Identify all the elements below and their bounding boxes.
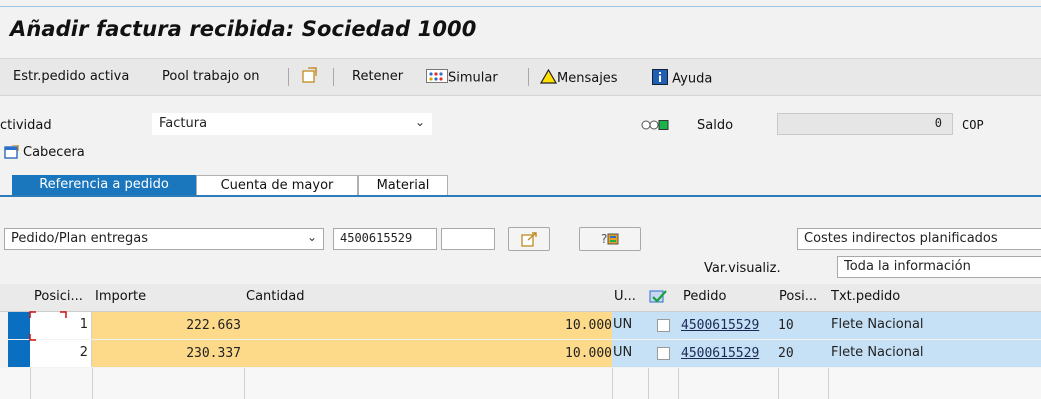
- tab-strip-underline: [0, 195, 1041, 197]
- ayuda-button[interactable]: Ayuda: [652, 69, 712, 89]
- top-divider: [0, 6, 1041, 7]
- col-pedido[interactable]: Pedido: [683, 289, 726, 304]
- table-row[interactable]: 2 230.337 10.000 UN 4500615529 20 Flete …: [0, 340, 1041, 367]
- cell-cursor-marker: [29, 311, 67, 341]
- col-cantidad[interactable]: Cantidad: [246, 289, 304, 304]
- var-visualiz-label: Var.visualiz.: [704, 261, 781, 276]
- column-divider: [612, 368, 613, 399]
- costs-select[interactable]: Costes indirectos planificados: [797, 228, 1041, 250]
- var-visualiz-select[interactable]: Toda la información: [837, 256, 1041, 278]
- svg-text:?: ?: [601, 232, 607, 246]
- saldo-field: 0: [777, 113, 953, 135]
- actividad-select[interactable]: Factura ⌄: [152, 113, 432, 135]
- col-posicion[interactable]: Posici...: [34, 289, 83, 304]
- row-selector[interactable]: [8, 312, 30, 339]
- column-divider: [828, 368, 829, 399]
- info-icon: [652, 69, 668, 89]
- tab-material[interactable]: Material: [358, 175, 448, 195]
- table-header: Posici... Importe Cantidad U... Pedido P…: [0, 284, 1041, 312]
- cell-unidad: UN: [612, 340, 648, 367]
- cell-txt-pedido: Flete Nacional: [828, 340, 1041, 367]
- column-divider: [92, 368, 93, 399]
- header-data-icon[interactable]: [4, 144, 20, 164]
- cell-check: [648, 340, 678, 367]
- cabecera-label[interactable]: Cabecera: [23, 145, 85, 160]
- column-divider: [778, 368, 779, 399]
- chevron-down-icon: ⌄: [414, 115, 425, 129]
- col-unidad[interactable]: U...: [614, 289, 636, 304]
- pedido-link[interactable]: 4500615529: [681, 346, 759, 361]
- traffic-light-icon: [641, 119, 669, 135]
- toolbar-separator: [528, 68, 529, 86]
- row-selector[interactable]: [8, 340, 30, 367]
- cell-txt-pedido: Flete Nacional: [828, 312, 1041, 339]
- column-divider: [30, 368, 31, 399]
- table-row[interactable]: 1 222.663 10.000 UN 4500615529 10 Flete …: [0, 312, 1041, 339]
- pool-trabajo-button[interactable]: Pool trabajo on: [162, 69, 260, 84]
- cell-importe[interactable]: 230.337: [92, 340, 244, 367]
- new-document-icon[interactable]: [301, 66, 319, 88]
- table-row-empty: [0, 395, 1041, 399]
- ayuda-label: Ayuda: [672, 71, 713, 87]
- simular-button[interactable]: Simular: [426, 69, 498, 87]
- check-column-icon[interactable]: [649, 289, 667, 309]
- posicion-value: 1: [79, 317, 88, 332]
- column-divider: [648, 368, 649, 399]
- cell-importe[interactable]: 222.663: [92, 312, 244, 339]
- reference-type-select[interactable]: Pedido/Plan entregas ⌄: [4, 228, 324, 250]
- saldo-label: Saldo: [697, 118, 734, 133]
- cell-cantidad[interactable]: 10.000: [244, 312, 612, 339]
- cell-unidad: UN: [612, 312, 648, 339]
- col-posi[interactable]: Posi...: [779, 289, 817, 304]
- posicion-value: 2: [79, 345, 88, 360]
- estr-pedido-button[interactable]: Estr.pedido activa: [13, 69, 129, 84]
- cell-check: [648, 312, 678, 339]
- toolbar-separator: [333, 68, 334, 86]
- row-checkbox[interactable]: [657, 319, 670, 332]
- transfer-button[interactable]: [508, 227, 550, 251]
- actividad-value: Factura: [159, 116, 208, 131]
- cell-cantidad[interactable]: 10.000: [244, 340, 612, 367]
- transfer-icon: [521, 231, 539, 251]
- toolbar-separator: [288, 68, 289, 86]
- order-item-field[interactable]: [441, 228, 495, 250]
- search-help-button[interactable]: ?: [579, 227, 641, 251]
- cell-posi: 10: [778, 312, 828, 339]
- search-help-icon: ?: [600, 231, 620, 251]
- cell-pedido: 4500615529: [678, 340, 778, 367]
- mensajes-button[interactable]: Mensajes: [539, 68, 618, 88]
- retener-button[interactable]: Retener: [352, 69, 403, 84]
- column-divider: [678, 368, 679, 399]
- saldo-currency: COP: [962, 118, 984, 132]
- application-toolbar: Estr.pedido activa Pool trabajo on Reten…: [0, 58, 1041, 96]
- warning-icon: [539, 68, 558, 88]
- actividad-label: ctividad: [0, 118, 52, 133]
- col-importe[interactable]: Importe: [95, 289, 146, 304]
- table-row-empty[interactable]: [0, 368, 1041, 396]
- simulate-icon: [426, 69, 448, 87]
- pedido-link[interactable]: 4500615529: [681, 318, 759, 333]
- cell-posi: 20: [778, 340, 828, 367]
- reference-type-value: Pedido/Plan entregas: [11, 231, 148, 246]
- tab-referencia-pedido[interactable]: Referencia a pedido: [12, 175, 196, 195]
- cell-pedido: 4500615529: [678, 312, 778, 339]
- tab-cuenta-mayor[interactable]: Cuenta de mayor: [196, 175, 358, 195]
- row-checkbox[interactable]: [657, 347, 670, 360]
- order-number-field[interactable]: 4500615529: [333, 228, 437, 250]
- mensajes-label: Mensajes: [557, 71, 618, 86]
- chevron-down-icon: ⌄: [306, 230, 317, 244]
- column-divider: [244, 368, 245, 399]
- col-txt-pedido[interactable]: Txt.pedido: [831, 289, 900, 304]
- cell-posicion[interactable]: 2: [30, 340, 92, 367]
- simular-label: Simular: [448, 70, 498, 86]
- page-title: Añadir factura recibida: Sociedad 1000: [10, 17, 477, 41]
